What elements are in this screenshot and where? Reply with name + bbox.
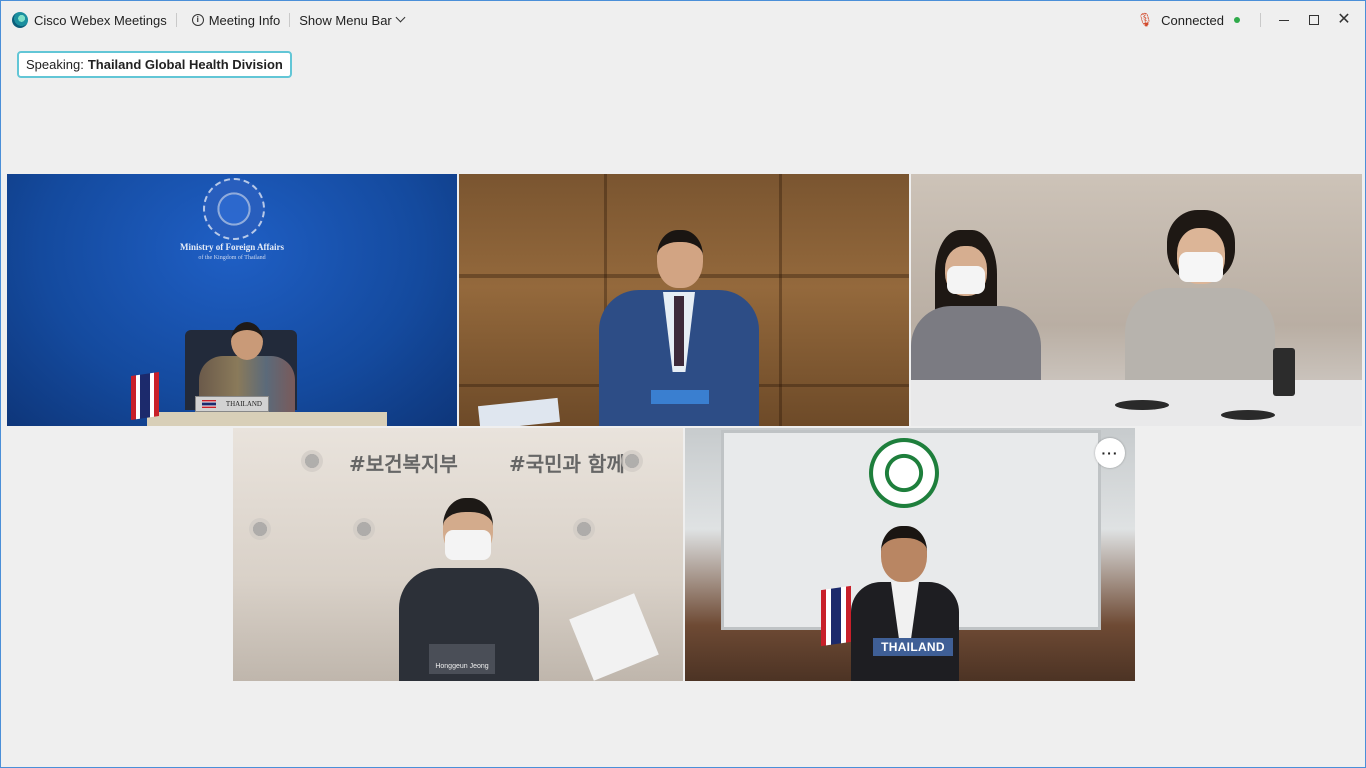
mofa-seal-icon [203,178,265,240]
app-title: Cisco Webex Meetings [34,12,167,28]
video-tile-5[interactable]: THAILAND ··· [685,428,1135,681]
banner-text-left: #보건복지부 [349,452,458,476]
maximize-button[interactable] [1299,1,1329,39]
emblem-icon [249,518,271,540]
nameplate: Honggeun Jeong [429,644,495,674]
close-button[interactable]: ✕ [1329,1,1359,39]
nameplate: THAILAND [873,638,953,656]
paper [569,593,659,681]
show-menu-bar-label: Show Menu Bar [299,12,392,28]
webex-window: Cisco Webex Meetings i Meeting Info Show… [0,0,1366,768]
video-tile-4[interactable]: #보건복지부 #국민과 함께 Honggeun Jeong [233,428,683,681]
speaking-prefix: Speaking: [26,57,84,72]
divider [175,13,177,27]
microphone-icon [1115,400,1169,410]
meeting-info-button[interactable]: i Meeting Info [186,12,281,28]
show-menu-bar-button[interactable]: Show Menu Bar [299,12,406,28]
status-dot-icon [1234,17,1240,23]
thai-flag-icon [821,585,851,647]
emblem-icon [621,450,643,472]
video-tile-1[interactable]: Ministry of Foreign Affairs of the Kingd… [7,174,457,426]
mic-muted-icon: 🎙︎ [1136,12,1154,27]
desk [147,412,387,426]
title-bar-right: 🎙︎ Connected ✕ [1137,1,1365,39]
backdrop-title: Ministry of Foreign Affairs [179,242,285,252]
speaking-indicator: Speaking: Thailand Global Health Divisio… [17,51,292,78]
minimize-icon [1279,19,1289,21]
divider [1260,13,1261,27]
close-icon: ✕ [1337,11,1351,28]
device [651,390,709,404]
papers [477,397,561,426]
speaking-name: Thailand Global Health Division [87,57,283,72]
info-icon: i [191,14,204,26]
webex-logo-icon [12,12,28,28]
title-bar: Cisco Webex Meetings i Meeting Info Show… [1,1,1365,39]
banner-text-right: #국민과 함께 [509,452,625,476]
ministry-seal-icon [869,438,939,508]
emblem-icon [573,518,595,540]
connection-status[interactable]: Connected [1161,13,1224,28]
emblem-icon [353,518,375,540]
microphone-icon [1221,410,1275,420]
meeting-info-label: Meeting Info [208,12,281,28]
divider [289,13,291,27]
minimize-button[interactable] [1269,1,1299,39]
video-tile-3[interactable] [911,174,1362,426]
nameplate: THAILAND [195,396,269,412]
thai-flag-icon [131,372,159,420]
maximize-icon [1309,15,1319,25]
emblem-icon [301,450,323,472]
tumbler [1273,348,1295,396]
participant [911,230,1041,406]
more-options-button[interactable]: ··· [1095,438,1125,468]
chevron-down-icon [395,12,406,22]
backdrop-subtitle: of the Kingdom of Thailand [198,255,266,261]
video-tile-2[interactable] [459,174,909,426]
